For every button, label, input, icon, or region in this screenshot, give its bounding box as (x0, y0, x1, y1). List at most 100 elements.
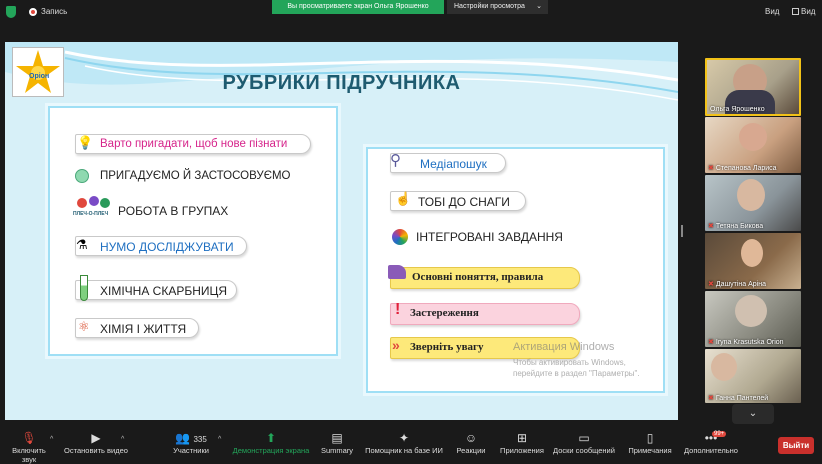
chevron-down-icon: ⌄ (536, 3, 542, 10)
rubric-item: НУМО ДОСЛІДЖУВАТИ (100, 240, 234, 254)
apps-label: Приложения (500, 446, 544, 455)
security-shield-icon[interactable] (6, 6, 16, 18)
participant-name-row: ✖ Iryna Krasutska Orion (705, 338, 784, 346)
circle-icon (75, 169, 89, 183)
participant-name: Тетяна Бикова (715, 223, 764, 230)
chevron-up-icon[interactable]: ^ (121, 436, 124, 443)
chevron-up-icon[interactable]: ^ (50, 436, 53, 443)
stop-video-label: Остановить видео (64, 446, 128, 455)
double-chevron-right-icon: » (392, 337, 400, 353)
slide-title: РУБРИКИ ПІДРУЧНИКА (222, 72, 461, 94)
view-settings-label: Настройки просмотра (454, 3, 525, 10)
rubrics-panel-right: ⚲ Медіапошук ☝ ТОБІ ДО СНАГИ ІНТЕГРОВАНІ… (366, 147, 665, 393)
windows-activation-title: Активация Windows (513, 341, 615, 353)
rubric-item: ІНТЕГРОВАНІ ЗАВДАННЯ (416, 230, 563, 244)
video-camera-icon: ▶ (91, 431, 101, 445)
share-screen-label: Демонстрация экрана (232, 446, 310, 455)
share-banner: Вы просматриваете экран Ольга Ярошенко (272, 0, 444, 14)
ai-companion-button[interactable]: ✦ Помощник на базе ИИ (364, 430, 444, 455)
scroll-down-button[interactable]: ⌄ (732, 404, 774, 424)
more-button[interactable]: ••• Дополнительно (682, 430, 740, 455)
lightbulb-icon: 💡 (77, 135, 94, 150)
participant-name-row: ✖ Тетяна Бикова (705, 222, 763, 230)
splitter-handle[interactable] (681, 225, 683, 237)
rubric-item: Зверніть увагу (410, 341, 484, 353)
participant-name: Дашутіна Аріна (715, 281, 766, 288)
test-tube-icon (80, 275, 88, 301)
avatar (739, 123, 767, 151)
rubric-item: Застереження (410, 307, 479, 319)
view-settings-dropdown[interactable]: Настройки просмотра ⌄ (447, 0, 548, 14)
leave-button[interactable]: Выйти (778, 437, 814, 454)
view-button-left[interactable]: Вид (765, 7, 779, 16)
participant-name: Ольга Ярошенко (710, 106, 765, 113)
reactions-label: Реакции (456, 446, 486, 455)
participants-count: 335 (193, 435, 207, 444)
apps-icon: ⊞ (516, 431, 528, 445)
rubric-item: Основні поняття, правила (412, 271, 544, 283)
rubric-item: Медіапошук (420, 157, 487, 171)
participant-name-row: ✖ Ганна Пантелей (705, 394, 768, 402)
windows-activation-line: Чтобы активировать Windows, (513, 358, 626, 367)
participants-icon-row: 👥 335 (168, 430, 214, 446)
muted-mic-icon: ✖ (708, 395, 714, 402)
chevron-up-icon[interactable]: ^ (218, 436, 221, 443)
emoji-icon: ☺ (464, 431, 478, 445)
rubric-item: ПРИГАДУЄМО Й ЗАСТОСОВУЄМО (100, 170, 291, 182)
summary-icon: ▤ (331, 431, 343, 445)
magnifier-icon: ⚲ (390, 152, 401, 169)
view-button-right[interactable]: Вид (792, 7, 815, 16)
notification-badge: 99+ (712, 431, 727, 437)
notes-label: Примечания (628, 446, 672, 455)
meeting-top-bar: Запись Вы просматриваете экран Ольга Яро… (0, 0, 822, 24)
participant-tile[interactable]: ✖ Тетяна Бикова (705, 175, 801, 231)
presentation-slide: Оріон РУБРИКИ ПІДРУЧНИКА 💡 Варто пригада… (5, 42, 678, 420)
participant-name: Iryna Krasutska Orion (715, 339, 784, 346)
muted-mic-icon: ✖ (708, 339, 714, 346)
rubric-item: РОБОТА В ГРУПАХ (118, 204, 229, 218)
rubric-item: ХІМІЧНА СКАРБНИЦЯ (100, 284, 228, 298)
participants-button[interactable]: 👥 335 Участники (168, 430, 214, 455)
participant-name: Ганна Пантелей (715, 395, 769, 402)
share-screen-button[interactable]: ⬆ Демонстрация экрана (232, 430, 310, 455)
participant-tile[interactable]: ✖ Степанова Лариса (705, 117, 801, 173)
avatar (711, 353, 737, 381)
muted-mic-icon: ✖ (708, 281, 714, 288)
sparkle-icon: ✦ (398, 431, 410, 445)
view-button-label: Вид (801, 7, 816, 16)
participant-tile[interactable]: ✖ Дашутіна Аріна (705, 233, 801, 289)
chevron-down-icon: ⌄ (748, 408, 758, 419)
participants-label: Участники (173, 446, 209, 455)
summary-button[interactable]: ▤ Summary (318, 430, 356, 455)
unmute-button[interactable]: 🎙 Включить звук (6, 430, 52, 464)
flask-stand-icon: ⚗ (76, 237, 88, 252)
rubric-item: ТОБІ ДО СНАГИ (418, 195, 510, 209)
share-screen-icon: ⬆ (265, 431, 277, 445)
participant-tile[interactable]: ✖ Ганна Пантелей (705, 349, 801, 403)
muted-mic-icon: 🎙 (21, 431, 37, 445)
more-icon: ••• (704, 431, 718, 445)
recording-icon (29, 8, 37, 16)
reactions-button[interactable]: ☺ Реакции (452, 430, 490, 455)
apps-button[interactable]: ⊞ Приложения (498, 430, 546, 455)
more-label: Дополнительно (684, 446, 738, 455)
rubrics-panel-left: 💡 Варто пригадати, щоб нове пізнати ПРИГ… (48, 106, 338, 356)
grid-view-icon (792, 8, 799, 15)
participant-tile[interactable]: Ольга Ярошенко (705, 58, 801, 116)
stop-video-button[interactable]: ▶ Остановить видео (64, 430, 128, 455)
participant-name-row: ✖ Дашутіна Аріна (705, 280, 766, 288)
rubric-item: Варто пригадати, щоб нове пізнати (100, 138, 288, 150)
ai-companion-label: Помощник на базе ИИ (365, 446, 443, 455)
muted-mic-icon: ✖ (708, 165, 714, 172)
group-work-icon: ПЛЕЧ-О-ПЛЕЧ (73, 196, 113, 220)
windows-activation-line: перейдите в раздел "Параметры". (513, 369, 640, 378)
muted-mic-icon: ✖ (708, 223, 714, 230)
notes-button[interactable]: ▯ Примечания (626, 430, 674, 455)
participant-name-row: ✖ Степанова Лариса (705, 164, 777, 172)
recording-label[interactable]: Запись (41, 7, 67, 16)
whiteboards-button[interactable]: ▭ Доски сообщений (552, 430, 616, 455)
color-wheel-icon (392, 229, 408, 245)
whiteboards-label: Доски сообщений (553, 446, 615, 455)
exclamation-icon: ! (395, 301, 401, 318)
participant-tile[interactable]: ✖ Iryna Krasutska Orion (705, 291, 801, 347)
